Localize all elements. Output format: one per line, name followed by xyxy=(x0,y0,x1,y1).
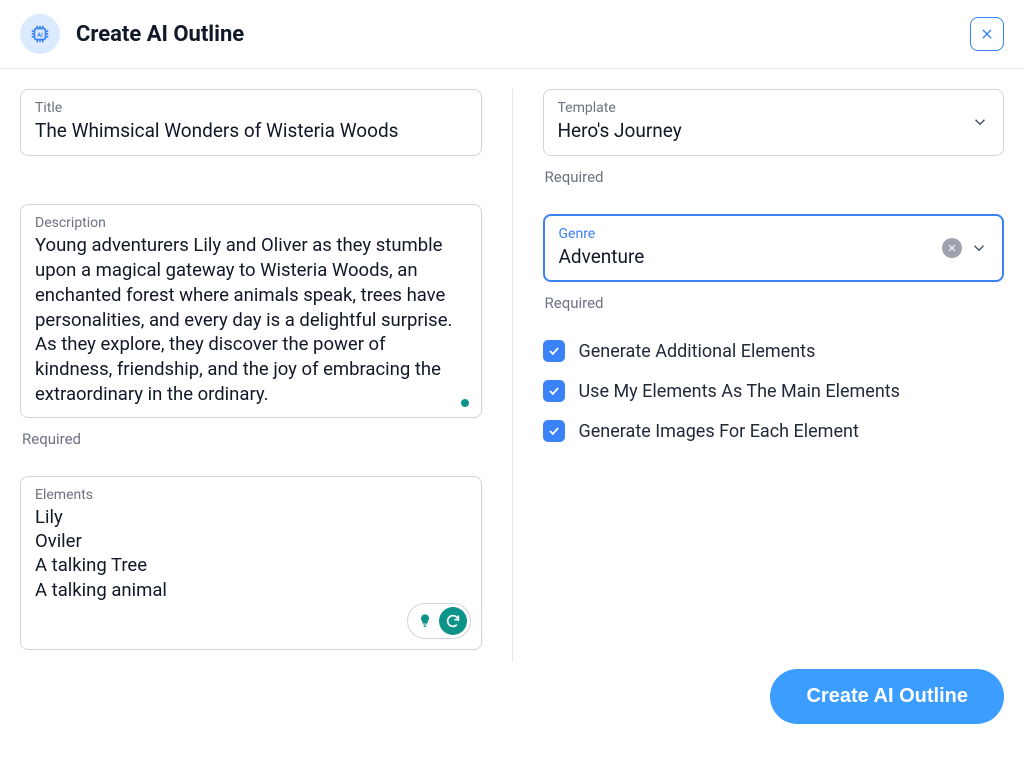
grammar-indicator-icon xyxy=(461,399,469,407)
description-field[interactable]: Description Young adventurers Lily and O… xyxy=(20,204,482,419)
suggestion-button[interactable] xyxy=(411,607,439,635)
checkbox-generate-additional[interactable] xyxy=(543,340,565,362)
check-icon xyxy=(547,344,561,358)
checkbox-label: Use My Elements As The Main Elements xyxy=(579,381,900,402)
clear-genre-button[interactable] xyxy=(942,238,962,258)
create-outline-button[interactable]: Create AI Outline xyxy=(770,669,1004,724)
modal-content: Title The Whimsical Wonders of Wisteria … xyxy=(0,69,1024,682)
left-column: Title The Whimsical Wonders of Wisteria … xyxy=(20,89,513,662)
template-label: Template xyxy=(558,100,972,116)
ai-icon: AI xyxy=(20,14,60,54)
chevron-down-icon xyxy=(971,113,989,131)
check-icon xyxy=(547,384,561,398)
checkbox-generate-images[interactable] xyxy=(543,420,565,442)
description-label: Description xyxy=(35,215,467,231)
modal-title: Create AI Outline xyxy=(76,22,244,47)
modal-header: AI Create AI Outline xyxy=(0,0,1024,69)
title-field[interactable]: Title The Whimsical Wonders of Wisteria … xyxy=(20,89,482,156)
svg-text:AI: AI xyxy=(37,32,43,39)
close-icon xyxy=(947,243,957,253)
check-icon xyxy=(547,424,561,438)
right-column: Template Hero's Journey Required Genre A… xyxy=(513,89,1005,662)
elements-value: Lily Oviler A talking Tree A talking ani… xyxy=(35,505,467,601)
description-helper: Required xyxy=(22,430,482,448)
close-button[interactable] xyxy=(970,17,1004,51)
checkbox-use-my-elements[interactable] xyxy=(543,380,565,402)
genre-value: Adventure xyxy=(559,244,943,271)
elements-label: Elements xyxy=(35,487,467,503)
checkbox-label: Generate Additional Elements xyxy=(579,341,816,362)
options-group: Generate Additional Elements Use My Elem… xyxy=(543,340,1005,442)
checkbox-label: Generate Images For Each Element xyxy=(579,421,859,442)
elements-field[interactable]: Elements Lily Oviler A talking Tree A ta… xyxy=(20,476,482,650)
title-label: Title xyxy=(35,100,467,116)
lightbulb-icon xyxy=(417,613,433,629)
genre-label: Genre xyxy=(559,226,943,242)
title-value: The Whimsical Wonders of Wisteria Woods xyxy=(35,118,467,145)
option-use-my-elements: Use My Elements As The Main Elements xyxy=(543,380,1005,402)
description-value: Young adventurers Lily and Oliver as the… xyxy=(35,233,467,408)
option-generate-images: Generate Images For Each Element xyxy=(543,420,1005,442)
genre-helper: Required xyxy=(545,294,1005,312)
template-helper: Required xyxy=(545,168,1005,186)
header-left: AI Create AI Outline xyxy=(20,14,244,54)
genre-select[interactable]: Genre Adventure xyxy=(543,214,1005,283)
refresh-icon xyxy=(445,613,461,629)
grammar-actions xyxy=(407,603,471,639)
template-value: Hero's Journey xyxy=(558,118,972,145)
grammar-check-button[interactable] xyxy=(439,607,467,635)
chevron-down-icon xyxy=(970,239,988,257)
close-icon xyxy=(980,27,994,41)
template-select[interactable]: Template Hero's Journey xyxy=(543,89,1005,156)
option-generate-additional: Generate Additional Elements xyxy=(543,340,1005,362)
